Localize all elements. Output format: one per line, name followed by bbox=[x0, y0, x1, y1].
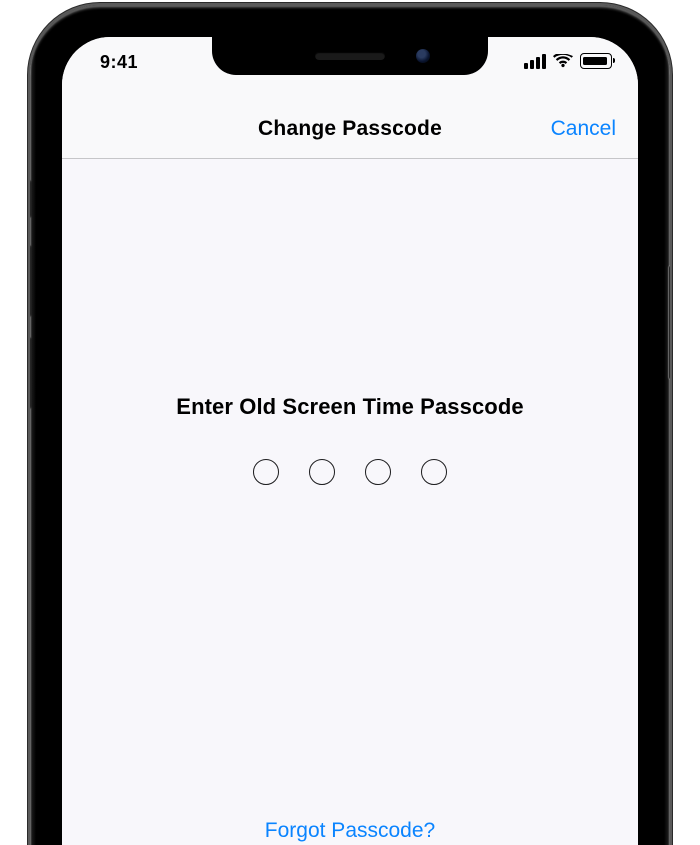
nav-title: Change Passcode bbox=[258, 117, 442, 141]
volume-up-button[interactable] bbox=[30, 245, 31, 317]
volume-down-button[interactable] bbox=[30, 337, 31, 409]
power-button[interactable] bbox=[669, 265, 670, 380]
wifi-icon bbox=[553, 54, 573, 69]
speaker-grille-icon bbox=[315, 52, 385, 60]
silence-switch[interactable] bbox=[30, 180, 31, 218]
status-time: 9:41 bbox=[94, 52, 138, 73]
content-area: Enter Old Screen Time Passcode Forgot Pa… bbox=[62, 159, 638, 845]
cellular-bars-icon bbox=[524, 54, 546, 69]
phone-screen: 9:41 Change Passcode Cancel E bbox=[62, 37, 638, 845]
front-camera-icon bbox=[416, 49, 430, 63]
passcode-dot-2 bbox=[309, 459, 335, 485]
passcode-dots[interactable] bbox=[62, 459, 638, 485]
passcode-dot-3 bbox=[365, 459, 391, 485]
passcode-dot-1 bbox=[253, 459, 279, 485]
battery-icon bbox=[580, 53, 612, 69]
navigation-bar: Change Passcode Cancel bbox=[62, 100, 638, 159]
cancel-button[interactable]: Cancel bbox=[549, 111, 618, 147]
passcode-dot-4 bbox=[421, 459, 447, 485]
passcode-prompt: Enter Old Screen Time Passcode bbox=[62, 394, 638, 420]
status-right-group bbox=[524, 52, 616, 69]
phone-bezel: 9:41 Change Passcode Cancel E bbox=[37, 12, 663, 845]
phone-frame: 9:41 Change Passcode Cancel E bbox=[30, 5, 670, 845]
phone-notch bbox=[212, 37, 488, 75]
